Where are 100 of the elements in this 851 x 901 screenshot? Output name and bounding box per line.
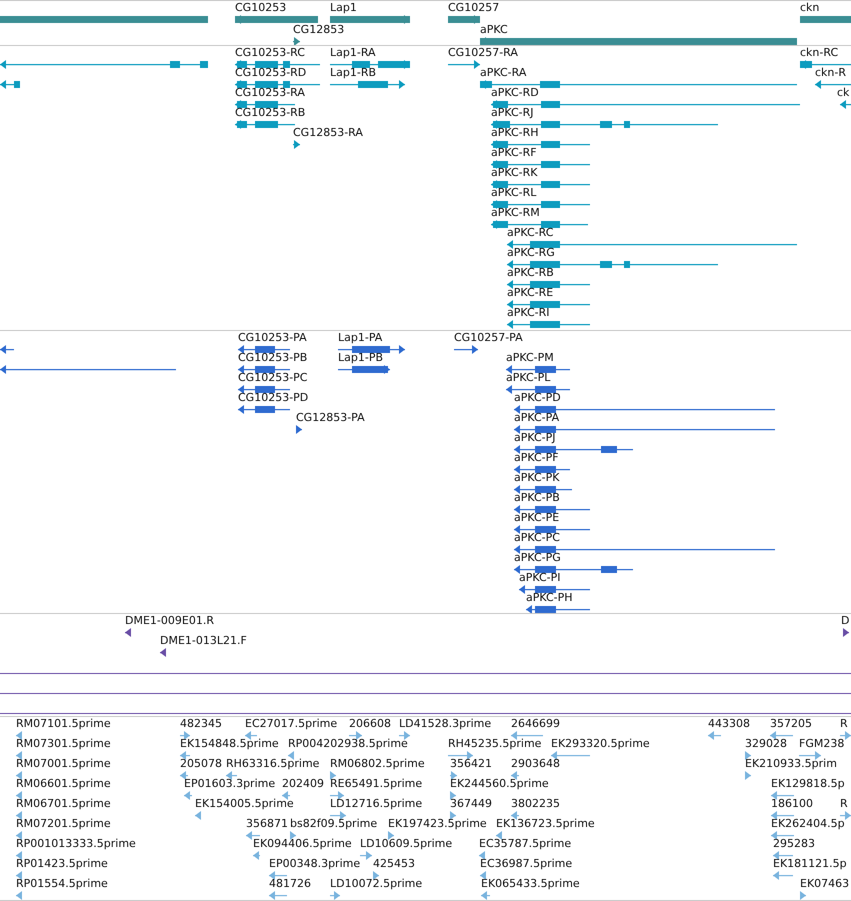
feature-label: 2903648 [511, 757, 560, 771]
feature-label: 356421 [450, 757, 492, 771]
feature-glyph[interactable] [330, 771, 336, 780]
feature-glyph[interactable] [16, 811, 22, 820]
feature-label: aPKC-RB [507, 266, 554, 280]
feature-label: RM07101.5prime [16, 717, 111, 731]
feature-label: aPKC-PL [506, 371, 550, 385]
feature-glyph[interactable] [745, 751, 751, 760]
feature-glyph[interactable] [180, 731, 190, 740]
feature-label: aPKC-RM [491, 206, 540, 220]
feature-glyph[interactable] [514, 485, 572, 494]
feature-glyph[interactable] [238, 365, 290, 374]
feature-label: EK197423.5prime [388, 817, 487, 831]
feature-label: RM07201.5prime [16, 817, 111, 831]
feature-label: EC35787.5prime [479, 837, 572, 851]
feature-glyph[interactable] [450, 811, 456, 820]
feature-glyph[interactable] [160, 648, 166, 657]
feature-glyph[interactable] [514, 525, 590, 534]
feature-label: EK094406.5prime [253, 837, 352, 851]
feature-glyph[interactable] [16, 871, 22, 880]
feature-glyph[interactable] [16, 851, 22, 860]
feature-glyph[interactable] [514, 505, 590, 514]
feature-glyph[interactable] [450, 771, 457, 780]
feature-glyph[interactable] [16, 731, 22, 740]
feature-label: aPKC-RL [491, 186, 536, 200]
feature-label: 2646699 [511, 717, 560, 731]
feature-glyph[interactable] [180, 751, 190, 760]
feature-label: 482345 [180, 717, 222, 731]
feature-label: bs82f09.5prime [290, 817, 378, 831]
feature-glyph[interactable] [330, 791, 344, 800]
feature-glyph[interactable] [507, 280, 590, 289]
feature-glyph[interactable] [843, 628, 849, 637]
feature-glyph[interactable] [799, 751, 821, 760]
feature-label: R [840, 797, 848, 811]
feature-label: Lap1-PA [338, 331, 382, 345]
feature-label: LD12716.5prime [330, 797, 422, 811]
feature-glyph[interactable] [506, 385, 570, 394]
feature-label: CG12853-RA [293, 126, 363, 140]
feature-label: EC27017.5prime [245, 717, 338, 731]
feature-glyph[interactable] [770, 731, 793, 740]
feature-label: EP01603.3prime [184, 777, 276, 791]
feature-glyph[interactable] [840, 731, 851, 740]
feature-glyph[interactable] [290, 831, 296, 840]
feature-glyph[interactable] [373, 871, 379, 880]
feature-label: RM07301.5prime [16, 737, 111, 751]
feature-glyph[interactable] [269, 871, 287, 880]
feature-glyph[interactable] [480, 871, 486, 880]
feature-glyph[interactable] [771, 831, 794, 840]
feature-label: aPKC-RK [491, 166, 538, 180]
feature-glyph[interactable] [388, 831, 394, 840]
feature-label: CG10253-PC [238, 371, 308, 385]
feature-glyph[interactable] [773, 851, 793, 860]
feature-label: aPKC-RJ [491, 106, 534, 120]
feature-glyph[interactable] [180, 771, 188, 780]
feature-label: Lap1-RB [330, 66, 376, 80]
feature-glyph[interactable] [519, 585, 590, 594]
feature-glyph[interactable] [496, 831, 502, 840]
feature-label: aPKC-PD [514, 391, 561, 405]
feature-label: 186100 [771, 797, 813, 811]
feature-label: CG12853-PA [296, 411, 365, 425]
feature-label: EK293320.5prime [551, 737, 650, 751]
feature-glyph[interactable] [511, 811, 519, 820]
feature-label: CG10253-RB [235, 106, 306, 120]
feature-label: DME1-013L21.F [160, 634, 247, 648]
feature-glyph[interactable] [16, 831, 22, 840]
feature-label: D [841, 614, 850, 628]
feature-glyph[interactable] [448, 751, 473, 760]
feature-glyph[interactable] [479, 851, 485, 860]
feature-label: 295283 [773, 837, 815, 851]
feature-label: aPKC-RD [491, 86, 539, 100]
feature-glyph[interactable] [771, 811, 794, 820]
feature-glyph[interactable] [450, 791, 456, 800]
feature-glyph[interactable] [235, 60, 320, 69]
feature-glyph[interactable] [330, 811, 346, 820]
feature-glyph[interactable] [246, 831, 260, 840]
feature-label: EK210933.5prim [745, 757, 837, 771]
feature-label: R [840, 717, 848, 731]
feature-glyph[interactable] [514, 465, 570, 474]
feature-label: EK244560.5prime [450, 777, 549, 791]
feature-glyph[interactable] [16, 771, 22, 780]
feature-glyph[interactable] [349, 731, 362, 740]
feature-label: RP01423.5prime [16, 857, 108, 871]
feature-glyph[interactable] [235, 80, 320, 89]
feature-glyph[interactable] [506, 365, 570, 374]
feature-label: LD10609.5prime [360, 837, 452, 851]
feature-glyph[interactable] [238, 385, 290, 394]
feature-glyph[interactable] [238, 345, 290, 354]
feature-glyph[interactable] [226, 771, 237, 780]
feature-label: aPKC-RC [507, 226, 554, 240]
feature-glyph[interactable] [511, 771, 519, 780]
feature-glyph[interactable] [125, 628, 131, 637]
feature-label: RE65491.5prime [330, 777, 422, 791]
feature-label: EK181121.5p [773, 857, 847, 871]
feature-glyph[interactable] [16, 751, 22, 760]
feature-glyph[interactable] [771, 791, 794, 800]
feature-glyph[interactable] [235, 100, 295, 109]
feature-label: EK154005.5prime [195, 797, 294, 811]
feature-glyph[interactable] [16, 791, 22, 800]
feature-label: EK136723.5prime [496, 817, 595, 831]
feature-label: RH63316.5prime [226, 757, 320, 771]
